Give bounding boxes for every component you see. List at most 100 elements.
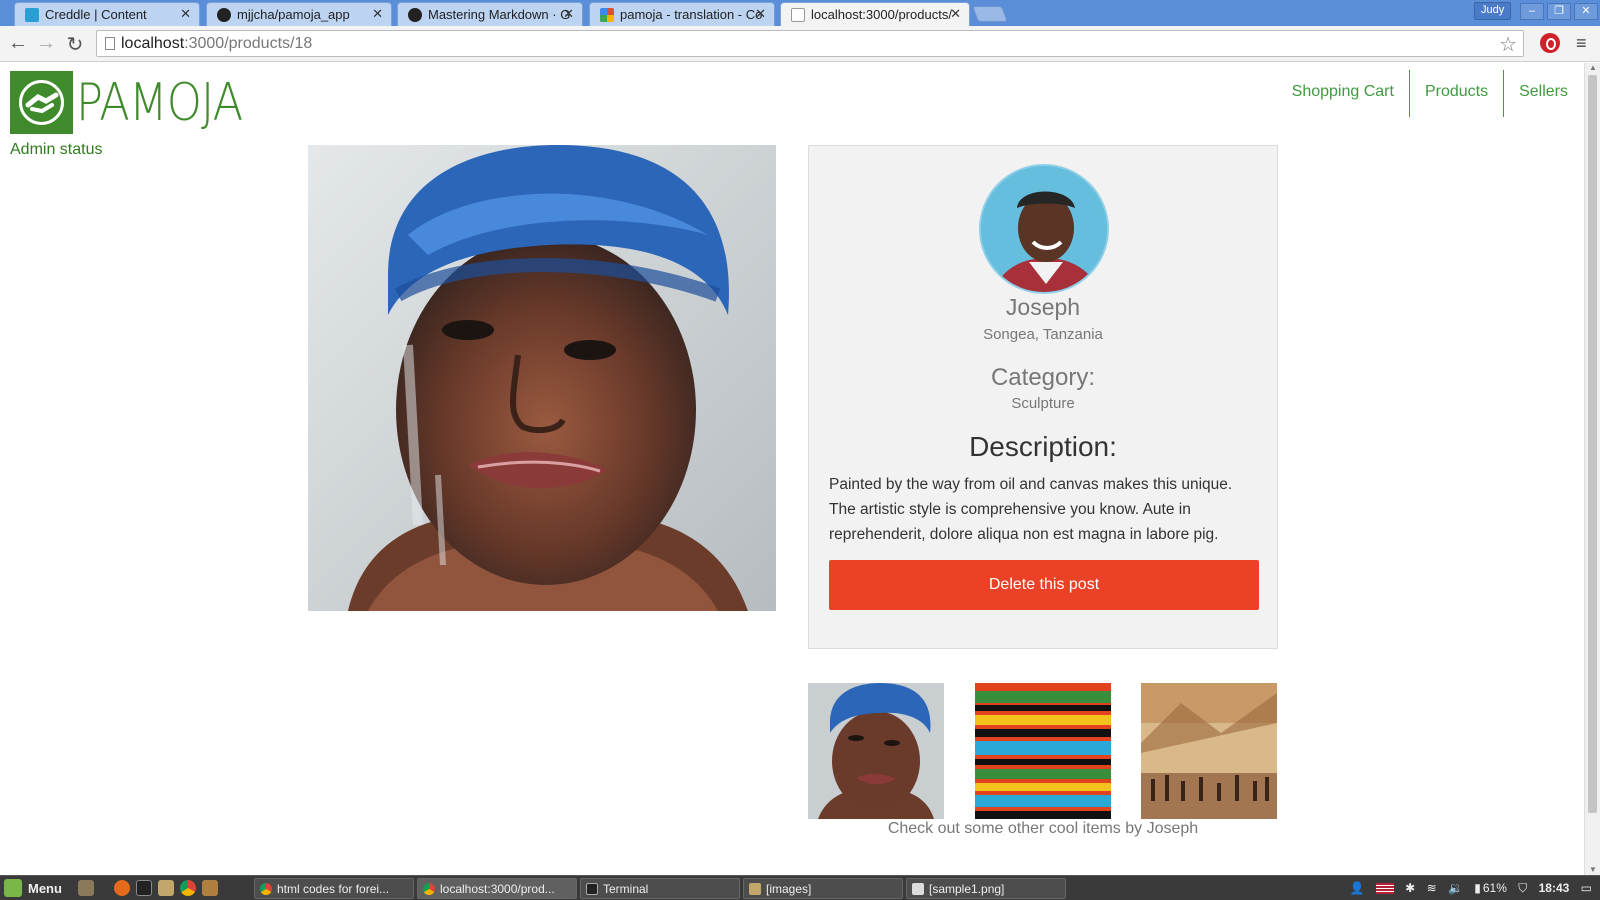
seller-name: Joseph <box>1005 294 1081 320</box>
browser-tab[interactable]: pamoja - translation - Co ✕ <box>589 2 775 26</box>
nav-products[interactable]: Products <box>1408 70 1503 117</box>
other-item-thumbnail[interactable] <box>975 683 1111 819</box>
taskbar-window-label: [sample1.png] <box>929 882 1005 896</box>
folder-icon[interactable] <box>158 880 174 896</box>
github-icon <box>217 8 231 22</box>
browser-tab[interactable]: mjjcha/pamoja_app ✕ <box>206 2 392 26</box>
volume-icon[interactable]: 🔉 <box>1448 881 1463 895</box>
taskbar-window-label: localhost:3000/prod... <box>440 882 555 896</box>
image-viewer-icon <box>912 883 924 895</box>
chrome-icon <box>260 883 272 895</box>
taskbar-window[interactable]: Terminal <box>580 878 740 899</box>
scroll-down-icon[interactable]: ▼ <box>1589 865 1597 874</box>
terminal-icon[interactable] <box>136 880 152 896</box>
browser-tab-active[interactable]: localhost:3000/products/ ✕ <box>780 2 970 27</box>
seller-panel: Joseph Songea, Tanzania Category: Sculpt… <box>808 145 1278 649</box>
seller-avatar[interactable] <box>979 164 1109 294</box>
profile-button[interactable]: Judy <box>1474 2 1512 20</box>
delete-post-button[interactable]: Delete this post <box>829 560 1259 610</box>
menu-label: Menu <box>28 880 62 896</box>
tab-title: mjjcha/pamoja_app <box>237 7 350 22</box>
tab-title: Creddle | Content <box>45 7 147 22</box>
start-menu-button[interactable]: Menu <box>4 879 62 897</box>
taskbar-window-label: [images] <box>766 882 812 896</box>
taskbar-window[interactable]: [sample1.png] <box>906 878 1066 899</box>
browser-tab[interactable]: Mastering Markdown · G ✕ <box>397 2 583 26</box>
close-icon[interactable]: ✕ <box>563 6 574 22</box>
github-icon <box>408 8 422 22</box>
user-icon[interactable]: 👤 <box>1350 881 1365 895</box>
product-image <box>308 145 776 611</box>
forward-icon[interactable]: → <box>34 32 58 55</box>
keyboard-layout-flag-icon[interactable] <box>1375 883 1394 895</box>
category-value: Sculpture <box>1011 395 1075 412</box>
show-desktop-icon[interactable] <box>78 880 94 896</box>
other-item-thumbnail[interactable] <box>808 683 944 819</box>
page-scrollbar[interactable]: ▲ ▼ <box>1584 63 1600 875</box>
translation-favicon-icon <box>600 8 614 22</box>
page-icon <box>105 37 115 50</box>
pamoja-logo[interactable]: PAMOJA <box>10 71 243 134</box>
page-viewport: PAMOJA Admin status Shopping Cart Produc… <box>0 63 1583 875</box>
admin-status-link[interactable]: Admin status <box>10 141 102 159</box>
taskbar-window-active[interactable]: localhost:3000/prod... <box>417 878 577 899</box>
more-items-caption: Check out some other cool items by Josep… <box>887 820 1199 837</box>
taskbar-window[interactable]: [images] <box>743 878 903 899</box>
battery-indicator[interactable]: ▮ 61% <box>1474 881 1507 895</box>
folder-icon <box>749 883 761 895</box>
browser-tab-strip: Creddle | Content ✕ mjjcha/pamoja_app ✕ … <box>0 0 1600 27</box>
creddle-favicon-icon <box>25 8 39 22</box>
show-desktop-icon[interactable]: ▭ <box>1581 881 1592 895</box>
chrome-menu-icon[interactable]: ≡ <box>1576 33 1587 54</box>
terminal-icon <box>586 883 598 895</box>
main-nav: Shopping Cart Products Sellers <box>1277 70 1583 117</box>
mint-logo-icon <box>4 879 22 897</box>
battery-percent: 61% <box>1482 881 1507 895</box>
minimize-button[interactable]: – <box>1520 3 1544 20</box>
close-icon[interactable]: ✕ <box>180 6 191 22</box>
tab-title: Mastering Markdown · G <box>428 7 571 22</box>
logo-text: PAMOJA <box>76 73 243 133</box>
browser-toolbar: ← → ↻ localhost:3000/products/18 ☆ <box>0 26 1600 62</box>
app-launcher-icon[interactable] <box>202 880 218 896</box>
url-host: localhost <box>121 35 185 52</box>
reload-icon[interactable]: ↻ <box>63 32 87 57</box>
close-icon[interactable]: ✕ <box>372 6 383 22</box>
browser-tab[interactable]: Creddle | Content ✕ <box>14 2 200 26</box>
clock[interactable]: 18:43 <box>1539 881 1570 895</box>
category-label: Category: <box>990 364 1096 391</box>
update-manager-icon[interactable]: ⛉ <box>1518 881 1527 895</box>
chrome-icon <box>423 883 435 895</box>
nav-sellers[interactable]: Sellers <box>1503 70 1583 117</box>
restore-button[interactable]: ❐ <box>1547 3 1571 20</box>
address-bar[interactable]: localhost:3000/products/18 ☆ <box>96 30 1524 57</box>
taskbar-window-label: Terminal <box>603 882 649 896</box>
os-taskbar: Menu html codes for forei... localhost:3… <box>0 875 1600 900</box>
page-icon <box>791 8 805 22</box>
handshake-icon <box>10 71 73 134</box>
tab-title: pamoja - translation - Co <box>620 7 763 22</box>
url-path: :3000/products/18 <box>184 35 313 52</box>
back-icon[interactable]: ← <box>6 32 30 55</box>
close-icon[interactable]: ✕ <box>950 6 961 22</box>
new-tab-button[interactable] <box>972 6 1008 22</box>
firefox-icon[interactable] <box>114 880 130 896</box>
extension-icon[interactable] <box>1540 33 1560 53</box>
tab-title: localhost:3000/products/ <box>811 7 952 22</box>
description-text: Painted by the way from oil and canvas m… <box>829 476 1233 543</box>
system-tray: 👤 ✱ ≋ 🔉 ▮ 61% ⛉ 18:43 ▭ <box>1342 881 1592 896</box>
taskbar-window-label: html codes for forei... <box>277 882 390 896</box>
description-label: Description: <box>969 431 1117 462</box>
scrollbar-thumb[interactable] <box>1588 75 1597 813</box>
close-icon[interactable]: ✕ <box>755 6 766 22</box>
bookmark-star-icon[interactable]: ☆ <box>1499 32 1517 57</box>
chrome-icon[interactable] <box>180 880 196 896</box>
network-icon[interactable]: ≋ <box>1427 881 1437 895</box>
nav-shopping-cart[interactable]: Shopping Cart <box>1277 70 1409 117</box>
taskbar-window[interactable]: html codes for forei... <box>254 878 414 899</box>
close-window-button[interactable]: ✕ <box>1574 3 1598 20</box>
scroll-up-icon[interactable]: ▲ <box>1589 63 1597 72</box>
seller-location: Songea, Tanzania <box>983 326 1103 343</box>
bluetooth-icon[interactable]: ✱ <box>1405 881 1415 895</box>
other-item-thumbnail[interactable] <box>1141 683 1277 819</box>
